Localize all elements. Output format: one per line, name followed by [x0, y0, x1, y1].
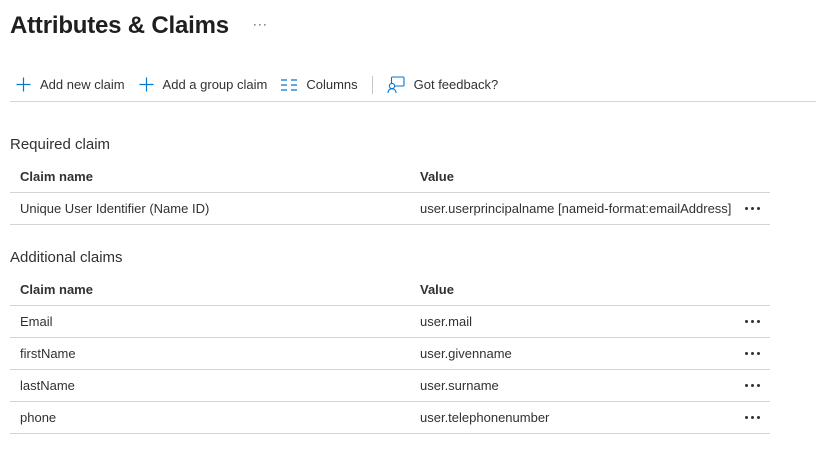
claim-name-cell: Unique User Identifier (Name ID): [20, 201, 210, 216]
feedback-label: Got feedback?: [413, 77, 499, 92]
claim-value-cell: user.mail: [420, 314, 473, 329]
table-row[interactable]: Email user.mail: [10, 306, 770, 338]
claim-value-cell: user.givenname: [420, 346, 512, 361]
column-header-claim-name: Claim name: [20, 282, 93, 297]
claim-name-cell: lastName: [20, 378, 75, 393]
row-more-button[interactable]: [734, 352, 770, 355]
additional-claims-heading: Additional claims: [10, 249, 123, 266]
claim-value-cell: user.telephonenumber: [420, 410, 550, 425]
row-more-button[interactable]: [734, 384, 770, 387]
more-icon: [744, 416, 760, 419]
feedback-icon: [387, 75, 405, 94]
row-more-button[interactable]: [734, 207, 770, 210]
feedback-button[interactable]: Got feedback?: [381, 69, 507, 101]
command-bar: Add new claim Add a group claim Columns: [10, 68, 816, 102]
column-header-claim-name: Claim name: [20, 169, 93, 184]
claim-name-cell: firstName: [20, 346, 76, 361]
table-row[interactable]: lastName user.surname: [10, 370, 770, 402]
columns-label: Columns: [306, 77, 358, 92]
more-icon: [744, 384, 760, 387]
table-header-row: Claim name Value: [10, 161, 770, 193]
additional-claims-table: Claim name Value Email user.mail firstNa…: [10, 274, 770, 434]
plus-icon: [139, 77, 154, 92]
attributes-claims-page: Attributes & Claims ··· Add new claim Ad…: [0, 0, 816, 449]
column-header-value: Value: [420, 169, 454, 184]
page-header: Attributes & Claims ···: [10, 6, 268, 46]
row-more-button[interactable]: [734, 416, 770, 419]
add-new-claim-button[interactable]: Add new claim: [10, 69, 133, 101]
claim-name-cell: phone: [20, 410, 57, 425]
add-group-claim-button[interactable]: Add a group claim: [133, 69, 276, 101]
more-icon: [744, 320, 760, 323]
page-more-button[interactable]: ···: [253, 18, 268, 30]
row-more-button[interactable]: [734, 320, 770, 323]
claim-value-cell: user.surname: [420, 378, 499, 393]
more-icon: [744, 352, 760, 355]
columns-button[interactable]: Columns: [275, 69, 365, 101]
table-row[interactable]: Unique User Identifier (Name ID) user.us…: [10, 193, 770, 225]
table-header-row: Claim name Value: [10, 274, 770, 306]
table-row[interactable]: firstName user.givenname: [10, 338, 770, 370]
columns-icon: [281, 78, 298, 91]
required-claims-table: Claim name Value Unique User Identifier …: [10, 161, 770, 225]
required-claim-heading: Required claim: [10, 136, 111, 153]
claim-name-cell: Email: [20, 314, 53, 329]
page-title: Attributes & Claims: [10, 12, 229, 39]
table-row[interactable]: phone user.telephonenumber: [10, 402, 770, 434]
column-header-value: Value: [420, 282, 454, 297]
plus-icon: [16, 77, 31, 92]
add-new-claim-label: Add new claim: [40, 77, 125, 92]
claim-value-cell: user.userprincipalname [nameid-format:em…: [420, 201, 732, 216]
add-group-claim-label: Add a group claim: [162, 77, 268, 92]
toolbar-divider: [371, 75, 373, 94]
more-icon: [744, 207, 760, 210]
